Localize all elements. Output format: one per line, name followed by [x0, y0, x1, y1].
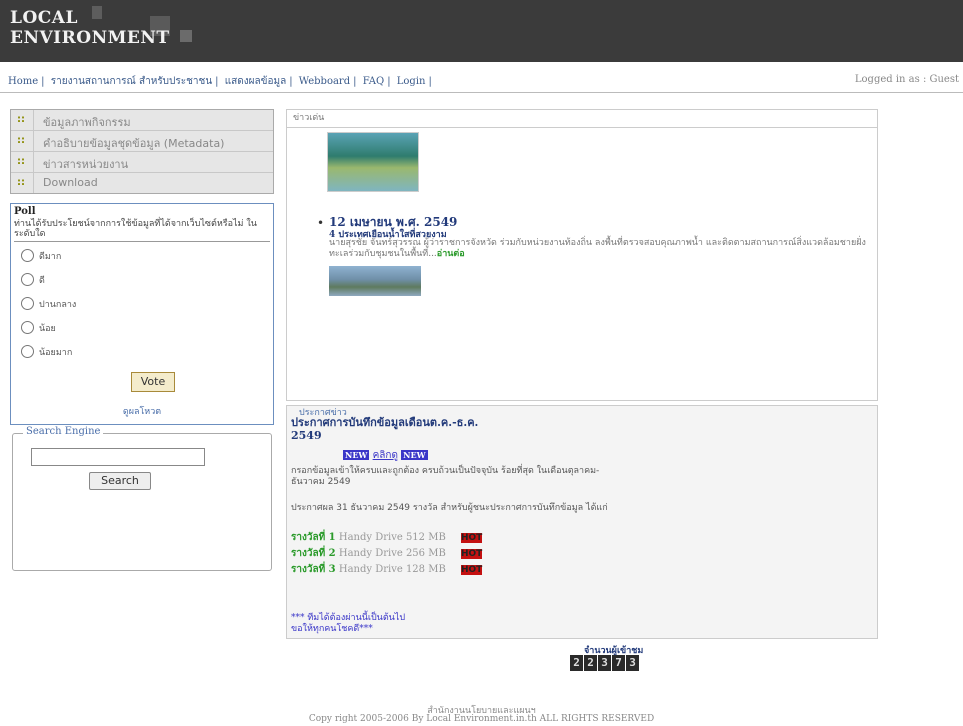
radio-button[interactable] [21, 249, 34, 262]
menu-item-label: คำอธิบายข้อมูลชุดข้อมูล (Metadata) [43, 137, 225, 150]
menu-item-download[interactable]: :: Download [11, 173, 273, 193]
nav-login-link[interactable]: Login [397, 76, 426, 87]
counter-digit: 2 [570, 655, 583, 671]
nav-separator: | [41, 76, 45, 87]
hot-badge: HOT [460, 549, 483, 559]
menu-item-metadata[interactable]: :: คำอธิบายข้อมูลชุดข้อมูล (Metadata) [11, 131, 273, 152]
logo-decoration [180, 30, 192, 42]
counter-digit: 7 [612, 655, 625, 671]
menu-divider [33, 110, 34, 130]
prize-row: รางวัลที่ 1 Handy Drive 512 MB HOT [291, 530, 483, 545]
announcement-foot-line1: *** ทีมได้ต้องผ่านนี้เป็นต้นไป [291, 613, 406, 623]
poll-option[interactable]: ปานกลาง [11, 292, 273, 316]
poll-box: Poll ท่านได้รับประโยชน์จากการใช้ข้อมูลที… [10, 203, 274, 425]
search-legend: Search Engine [23, 426, 104, 437]
site-logo[interactable]: LOCAL ENVIRONMENT [10, 8, 170, 48]
poll-results-link[interactable]: ดูผลโหวต [11, 404, 273, 418]
radio-button[interactable] [21, 345, 34, 358]
poll-option[interactable]: ดีมาก [11, 244, 273, 268]
vote-button[interactable]: Vote [131, 372, 175, 392]
nav-separator: | [428, 76, 432, 87]
prize-label: รางวัลที่ 1 [291, 532, 336, 543]
nav-separator: | [215, 76, 219, 87]
nav-separator: | [353, 76, 357, 87]
new-badge: NEW [343, 450, 370, 460]
search-box: Search Engine Search [12, 426, 272, 571]
bullet-icon: :: [17, 135, 25, 146]
poll-option[interactable]: น้อย [11, 316, 273, 340]
news-header: ข่าวเด่น [287, 110, 877, 128]
prize-item: Handy Drive 128 MB [338, 564, 446, 575]
prize-row: รางวัลที่ 2 Handy Drive 256 MB HOT [291, 546, 483, 561]
nav-webboard-link[interactable]: Webboard [299, 76, 350, 87]
menu-item-label: ข่าวสารหน่วยงาน [43, 158, 129, 171]
bullet-icon: • [317, 216, 325, 230]
hot-badge: HOT [460, 533, 483, 543]
prize-item: Handy Drive 512 MB [338, 532, 446, 543]
menu-divider [33, 152, 34, 172]
poll-option-label: น้อยมาก [39, 348, 73, 358]
announcement-text-1: กรอกข้อมูลเข้าให้ครบและถูกต้อง ครบถ้วนเป… [291, 466, 600, 487]
logo-line2: ENVIRONMENT [10, 28, 170, 48]
menu-divider [33, 173, 34, 193]
poll-option-label: ดี [39, 276, 45, 286]
menu-item-news[interactable]: :: ข่าวสารหน่วยงาน [11, 152, 273, 173]
announcement-panel: ประกาศข่าว ประกาศการบันทึกข้อมูลเดือนต.ค… [286, 405, 878, 639]
prize-label: รางวัลที่ 2 [291, 548, 336, 559]
logo-line1: LOCAL [10, 8, 78, 28]
nav-home-link[interactable]: Home [8, 76, 38, 87]
news-body: นายสุรชัย จันทร์สุวรรณ ผู้ว่าราชการจังหว… [329, 238, 869, 260]
nav-report-link[interactable]: รายงานสถานการณ์ สำหรับประชาชน [51, 76, 212, 87]
announcement-badges: NEW คลิกดู NEW [343, 448, 428, 463]
radio-button[interactable] [21, 273, 34, 286]
prize-item: Handy Drive 256 MB [338, 548, 446, 559]
logged-in-status: Logged in as : Guest [854, 74, 959, 85]
menu-item-label: Download [43, 176, 98, 189]
menu-item-label: ข้อมูลภาพกิจกรรม [43, 116, 131, 129]
news-body-text: นายสุรชัย จันทร์สุวรรณ ผู้ว่าราชการจังหว… [329, 238, 866, 259]
radio-button[interactable] [21, 321, 34, 334]
header-banner: LOCAL ENVIRONMENT [0, 0, 963, 62]
side-menu: :: ข้อมูลภาพกิจกรรม :: คำอธิบายข้อมูลชุด… [10, 109, 274, 194]
search-input[interactable] [31, 448, 205, 466]
visitor-counter: 22373 [570, 655, 640, 671]
announcement-foot-line2: ขอให้ทุกคนโชคดี*** [291, 624, 373, 634]
bullet-icon: :: [17, 114, 25, 125]
counter-digit: 2 [584, 655, 597, 671]
bullet-icon: :: [17, 177, 25, 188]
nav-separator: | [387, 76, 391, 87]
announcement-link[interactable]: คลิกดู [373, 450, 398, 461]
nav-data-link[interactable]: แสดงผลข้อมูล [225, 76, 286, 87]
poll-question: ท่านได้รับประโยชน์จากการใช้ข้อมูลที่ได้จ… [14, 219, 270, 242]
footer-copyright: Copy right 2005-2006 By Local Environmen… [308, 714, 655, 724]
nav-separator: | [289, 76, 293, 87]
nav-faq-link[interactable]: FAQ [363, 76, 385, 87]
menu-item-activities[interactable]: :: ข้อมูลภาพกิจกรรม [11, 110, 273, 131]
poll-option[interactable]: ดี [11, 268, 273, 292]
search-button[interactable]: Search [89, 472, 151, 490]
poll-option[interactable]: น้อยมาก [11, 340, 273, 364]
poll-option-label: น้อย [39, 324, 56, 334]
news-photo-landscape[interactable] [329, 266, 421, 296]
poll-option-label: ปานกลาง [39, 300, 77, 310]
news-photo-beach[interactable] [327, 132, 419, 192]
new-badge: NEW [401, 450, 428, 460]
prize-row: รางวัลที่ 3 Handy Drive 128 MB HOT [291, 562, 483, 577]
hot-badge: HOT [460, 565, 483, 575]
menu-divider [33, 131, 34, 151]
news-panel: ข่าวเด่น • 12 เมษายน พ.ศ. 2549 4 ประเทศเ… [286, 109, 878, 401]
prize-label: รางวัลที่ 3 [291, 564, 336, 575]
radio-button[interactable] [21, 297, 34, 310]
read-more-link[interactable]: อ่านต่อ [437, 249, 465, 259]
top-nav: Home | รายงานสถานการณ์ สำหรับประชาชน | แสด… [0, 70, 963, 93]
announcement-footer: *** ทีมได้ต้องผ่านนี้เป็นต้นไป ขอให้ทุกค… [291, 613, 405, 635]
counter-digit: 3 [598, 655, 611, 671]
poll-option-label: ดีมาก [39, 252, 62, 262]
announcement-title[interactable]: ประกาศการบันทึกข้อมูลเดือนต.ค.-ธ.ค. 2549 [291, 416, 491, 442]
bullet-icon: :: [17, 156, 25, 167]
counter-digit: 3 [626, 655, 639, 671]
announcement-text-2: ประกาศผล 31 ธันวาคม 2549 รางวัล สำหรับผู… [291, 503, 608, 513]
poll-title: Poll [14, 206, 36, 217]
